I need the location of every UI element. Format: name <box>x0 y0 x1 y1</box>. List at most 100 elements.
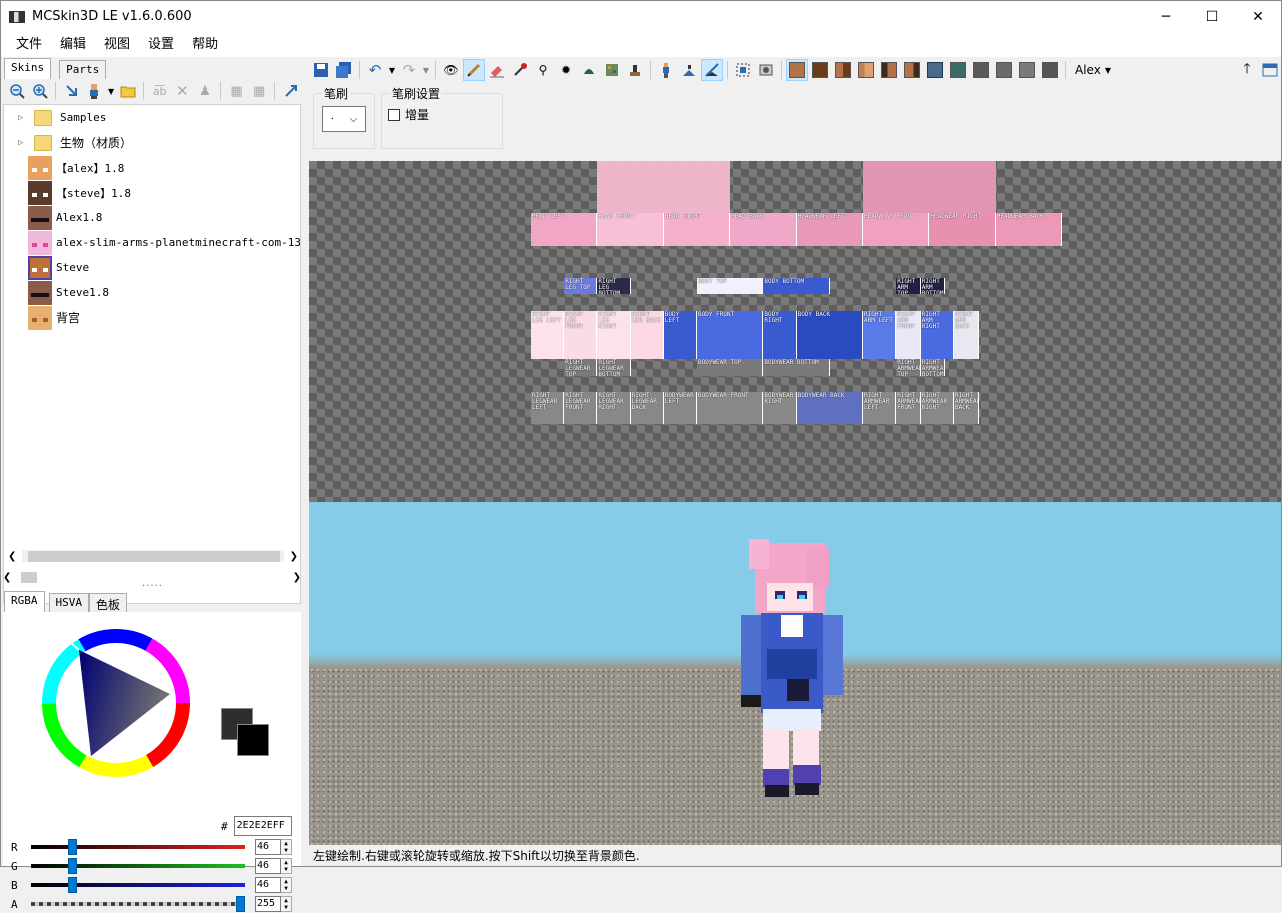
pencil-tool-icon[interactable] <box>463 59 485 81</box>
tab-palette[interactable]: 色板 <box>89 593 128 612</box>
green-slider-thumb[interactable] <box>68 858 77 874</box>
toggle-overlay-icon[interactable] <box>1016 59 1038 81</box>
uv-part[interactable]: RIGHT LEG RIGHT <box>597 310 631 360</box>
tree-skin-item[interactable]: Steve1.8 <box>4 280 109 305</box>
uv-part-top[interactable] <box>597 161 731 213</box>
toggle-left-leg-icon[interactable] <box>924 59 946 81</box>
zoom-out-icon[interactable] <box>7 80 28 102</box>
blue-value[interactable]: 46 <box>255 877 281 893</box>
uv-part[interactable]: RIGHT ARM BOTTOM <box>920 278 946 295</box>
upload-icon[interactable] <box>280 80 301 102</box>
vertical-splitter[interactable] <box>303 58 308 866</box>
uv-part[interactable]: HEAD RIGHT <box>663 213 731 246</box>
toggle-pants-icon[interactable] <box>993 59 1015 81</box>
red-slider-thumb[interactable] <box>68 839 77 855</box>
uv-part[interactable]: BODYWEAR TOP <box>697 359 764 376</box>
redo-dropdown-icon[interactable]: ▼ <box>421 59 431 81</box>
tab-rgba[interactable]: RGBA <box>4 591 45 612</box>
uv-part[interactable]: RIGHT ARMWEAR BOTTOM <box>920 359 946 376</box>
save-icon[interactable] <box>310 59 332 81</box>
close-button[interactable]: ✕ <box>1235 1 1281 32</box>
toggle-head-icon[interactable] <box>786 59 808 81</box>
tree-skin-item[interactable]: 【alex】1.8 <box>4 155 124 180</box>
uv-part[interactable]: RIGHT LEGWEAR FRONT <box>564 391 598 425</box>
zoom-in-icon[interactable] <box>30 80 51 102</box>
uv-part[interactable]: HEADWEAR BACK <box>995 213 1063 246</box>
uv-part[interactable]: RIGHT ARM TOP <box>896 278 921 295</box>
scroll-thumb[interactable] <box>21 572 37 583</box>
dodge-tool-icon[interactable]: ⚲ <box>532 59 554 81</box>
alpha-slider[interactable] <box>31 896 245 912</box>
uv-part[interactable]: RIGHT ARM BACK <box>953 310 979 360</box>
red-slider[interactable] <box>31 839 245 855</box>
toggle-sleeve-icon[interactable] <box>970 59 992 81</box>
menu-view[interactable]: 视图 <box>95 32 139 57</box>
uv-part[interactable]: HEAD BACK <box>730 213 797 246</box>
scroll-thumb[interactable] <box>28 551 280 562</box>
uv-part[interactable]: BODY RIGHT <box>763 310 797 360</box>
red-value[interactable]: 46 <box>255 839 281 855</box>
blue-spinner[interactable]: ▲ ▼ <box>281 877 292 893</box>
uv-part[interactable]: BODYWEAR BOTTOM <box>763 359 830 376</box>
grid2-icon[interactable]: ▦ <box>249 80 270 102</box>
scroll-right-icon[interactable]: ❯ <box>284 551 298 562</box>
blue-slider-thumb[interactable] <box>68 877 77 893</box>
uv-part[interactable]: BODY LEFT <box>663 310 697 360</box>
scroll-track[interactable] <box>22 550 284 562</box>
toggle-grid-icon[interactable] <box>1039 59 1061 81</box>
uv-part[interactable]: HEAD LEFT <box>531 213 598 246</box>
toggle-body-icon[interactable] <box>832 59 854 81</box>
uv-part[interactable]: BODY TOP <box>697 278 764 295</box>
undo-icon[interactable]: ↶ <box>364 59 386 81</box>
uv-part[interactable]: RIGHT ARMWEAR BACK <box>953 391 979 425</box>
uv-part[interactable]: RIGHT ARMWEAR RIGHT <box>920 391 954 425</box>
uv-part[interactable]: RIGHT LEGWEAR BOTTOM <box>597 359 631 376</box>
rename-icon[interactable]: a͞b <box>149 80 170 102</box>
uv-part[interactable]: BODYWEAR FRONT <box>697 391 764 425</box>
toggle-right-leg-icon[interactable] <box>947 59 969 81</box>
menu-edit[interactable]: 编辑 <box>51 32 95 57</box>
tab-parts[interactable]: Parts <box>59 60 107 79</box>
uv-part[interactable]: RIGHT LEG FRONT <box>564 310 598 360</box>
expand-icon[interactable]: ▷ <box>18 113 28 123</box>
uv-part[interactable]: RIGHT LEGWEAR TOP <box>564 359 598 376</box>
uv-part[interactable]: HEAD FRONT <box>597 213 664 246</box>
minimize-button[interactable]: ─ <box>1143 1 1189 32</box>
uv-part[interactable]: RIGHT LEG LEFT <box>531 310 565 360</box>
stamp-tool-icon[interactable] <box>624 59 646 81</box>
uv-part[interactable]: RIGHT LEG BOTTOM <box>597 278 631 295</box>
uv-part[interactable]: RIGHT ARMWEAR TOP <box>896 359 921 376</box>
increment-checkbox[interactable]: 增量 <box>388 106 429 123</box>
red-spinner[interactable]: ▲ ▼ <box>281 839 292 855</box>
new-skin-icon[interactable] <box>84 80 105 102</box>
character-3d-model[interactable] <box>737 539 847 801</box>
uv-part[interactable]: RIGHT ARMWEAR FRONT <box>896 391 921 425</box>
model-select[interactable]: Alex ▼ <box>1070 59 1116 81</box>
uv-part[interactable]: HEADWEAR LEFT <box>796 213 863 246</box>
perspective-view-icon[interactable] <box>655 59 677 81</box>
tree-skin-item[interactable]: alex-slim-arms-planetminecraft-com-13260… <box>4 230 300 255</box>
uv-part[interactable]: BODY BACK <box>796 310 863 360</box>
darken-tool-icon[interactable] <box>578 59 600 81</box>
tree-skin-item[interactable]: Steve <box>4 255 89 280</box>
uv-part[interactable]: RIGHT ARM LEFT <box>863 310 897 360</box>
skin-tree[interactable]: ▷ Samples ▷ 生物（材质） 【alex】1.8 【steve】1.8 … <box>3 104 301 604</box>
alpha-value[interactable]: 255 <box>255 896 281 912</box>
noise-tool-icon[interactable] <box>601 59 623 81</box>
uv-part-top[interactable] <box>863 161 996 213</box>
blue-slider[interactable] <box>31 877 245 893</box>
save-all-icon[interactable] <box>333 59 355 81</box>
uv-part[interactable]: HEADWEAR RIGHT <box>929 213 996 246</box>
green-spinner[interactable]: ▲ ▼ <box>281 858 292 874</box>
arrow-up-icon[interactable]: 🡑 <box>1236 59 1258 81</box>
open-folder-icon[interactable] <box>118 80 139 102</box>
uv-part[interactable]: RIGHT LEG BACK <box>630 310 664 360</box>
eraser-tool-icon[interactable] <box>486 59 508 81</box>
scroll-right-icon[interactable]: ❯ <box>287 572 301 583</box>
screenshot-icon[interactable] <box>732 59 754 81</box>
delete-icon[interactable]: ✕ <box>172 80 193 102</box>
undo-dropdown-icon[interactable]: ▼ <box>387 59 397 81</box>
panel-splitter[interactable]: ····· <box>142 581 163 592</box>
maximize-button[interactable]: ☐ <box>1189 1 1235 32</box>
scroll-left-icon[interactable]: ❮ <box>8 551 22 562</box>
